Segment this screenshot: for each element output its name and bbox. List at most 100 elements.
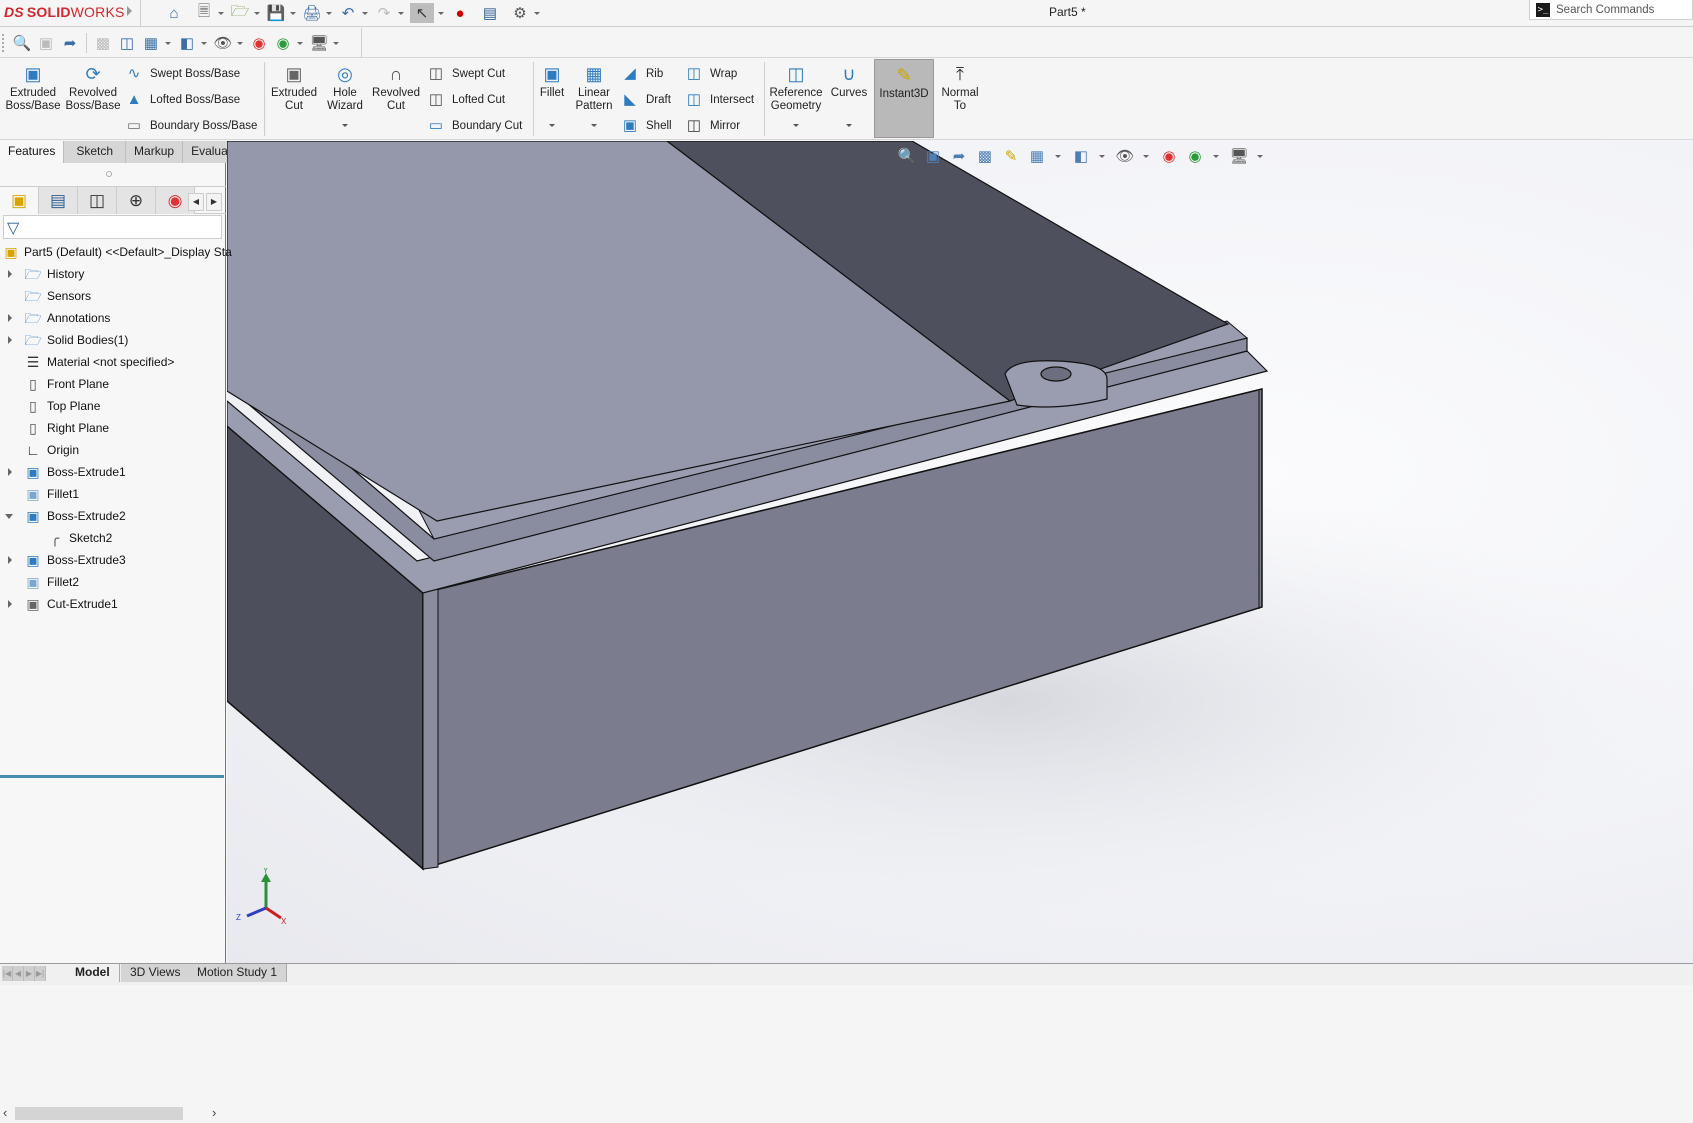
tree-item[interactable]: 🗁 Solid Bodies(1) bbox=[0, 329, 224, 351]
wrap-button[interactable]: ◫ Wrap bbox=[684, 63, 737, 85]
swept-cut-button[interactable]: ◫ Swept Cut bbox=[426, 63, 505, 85]
tree-item[interactable]: ▣ Cut-Extrude1 bbox=[0, 593, 224, 615]
configurationmanager-tab[interactable]: ◫ bbox=[78, 187, 117, 214]
feature-tree-filter[interactable]: ▽ bbox=[3, 215, 222, 239]
hide-show-dropdown[interactable] bbox=[1143, 154, 1149, 158]
print-icon[interactable]: 🖨 bbox=[302, 3, 322, 23]
dynamic-annotation-view-icon[interactable]: ◫ bbox=[117, 33, 137, 53]
dynamic-annotation-view-icon[interactable]: ✎ bbox=[999, 146, 1023, 166]
view-orientation-icon[interactable]: ▦ bbox=[1025, 146, 1049, 166]
lofted-boss-button[interactable]: ▲ Lofted Boss/Base bbox=[124, 89, 241, 111]
view-orientation-dropdown[interactable] bbox=[165, 41, 171, 45]
tree-item[interactable]: ▣ Boss-Extrude1 bbox=[0, 461, 224, 483]
expand-arrow-icon[interactable] bbox=[8, 600, 12, 608]
scroll-right-icon[interactable]: › bbox=[212, 1105, 216, 1120]
file-properties-icon[interactable]: ▤ bbox=[480, 3, 500, 23]
tree-root-part[interactable]: ▣ Part5 (Default) <<Default>_Display Sta bbox=[0, 241, 231, 263]
hide-show-items-icon[interactable]: 👁 bbox=[213, 33, 233, 53]
prev-tab-icon[interactable]: ◀ bbox=[13, 966, 24, 981]
tree-item[interactable]: ╭ Sketch2 bbox=[0, 527, 224, 549]
apply-scene-icon[interactable]: ◉ bbox=[1183, 146, 1207, 166]
tree-item[interactable]: 🗁 History bbox=[0, 263, 224, 285]
propertymanager-tab[interactable]: ▤ bbox=[39, 187, 78, 214]
last-tab-icon[interactable]: ▶| bbox=[35, 966, 46, 981]
tree-item[interactable]: ▣ Fillet1 bbox=[0, 483, 224, 505]
hole-wizard-button[interactable]: ◎ Hole Wizard bbox=[320, 63, 370, 113]
tab-3d-views[interactable]: 3D Views bbox=[121, 964, 191, 982]
boundary-boss-button[interactable]: ▭ Boundary Boss/Base bbox=[124, 115, 258, 137]
mirror-button[interactable]: ◫ Mirror bbox=[684, 115, 740, 137]
expand-arrow-icon[interactable] bbox=[8, 556, 12, 564]
panel-grip[interactable] bbox=[106, 171, 112, 177]
view-orientation-dropdown[interactable] bbox=[1055, 154, 1061, 158]
boundary-cut-button[interactable]: ▭ Boundary Cut bbox=[426, 115, 522, 137]
scroll-left-icon[interactable]: ‹ bbox=[3, 1105, 7, 1120]
extruded-boss-button[interactable]: ▣ Extruded Boss/Base bbox=[4, 63, 62, 113]
hide-show-items-icon[interactable]: 👁 bbox=[1113, 146, 1137, 166]
hole-wizard-dropdown[interactable] bbox=[342, 124, 348, 127]
search-commands-input[interactable]: >_ Search Commands bbox=[1529, 0, 1693, 20]
tree-item[interactable]: 🗁 Annotations bbox=[0, 307, 224, 329]
open-dropdown[interactable] bbox=[254, 11, 260, 15]
revolved-boss-button[interactable]: ⟳ Revolved Boss/Base bbox=[64, 63, 122, 113]
display-style-icon[interactable]: ◧ bbox=[1069, 146, 1093, 166]
previous-view-icon[interactable]: ➦ bbox=[60, 33, 80, 53]
scroll-thumb[interactable] bbox=[15, 1107, 183, 1120]
view-settings-icon[interactable]: 🖥 bbox=[1227, 146, 1251, 166]
extruded-cut-button[interactable]: ▣ Extruded Cut bbox=[268, 63, 320, 113]
save-icon[interactable]: 💾 bbox=[266, 3, 286, 23]
intersect-button[interactable]: ◫ Intersect bbox=[684, 89, 754, 111]
tree-item[interactable]: ∟ Origin bbox=[0, 439, 224, 461]
zoom-to-fit-icon[interactable]: 🔍 bbox=[895, 146, 919, 166]
tree-item[interactable]: ▣ Boss-Extrude2 bbox=[0, 505, 224, 527]
solidworks-logo[interactable]: DS SOLIDWORKS bbox=[4, 4, 125, 20]
display-style-dropdown[interactable] bbox=[1099, 154, 1105, 158]
tab-model[interactable]: Model bbox=[66, 964, 120, 982]
expand-arrow-icon[interactable] bbox=[8, 270, 12, 278]
fillet-button[interactable]: ▣ Fillet bbox=[536, 63, 568, 100]
section-view-icon[interactable]: ▩ bbox=[93, 33, 113, 53]
rollback-bar[interactable] bbox=[0, 775, 224, 778]
tree-item[interactable]: 🗁 Sensors bbox=[0, 285, 224, 307]
curves-dropdown[interactable] bbox=[846, 124, 852, 127]
tree-item[interactable]: ▯ Top Plane bbox=[0, 395, 224, 417]
toolbar-grip[interactable] bbox=[2, 34, 4, 52]
normal-to-button[interactable]: ⤒ Normal To bbox=[936, 63, 984, 113]
shell-button[interactable]: ▣ Shell bbox=[620, 115, 672, 137]
home-icon[interactable]: ⌂ bbox=[164, 3, 184, 23]
redo-icon[interactable]: ↷ bbox=[374, 3, 394, 23]
graphics-area[interactable]: 🔍 ▣ ➦ ▩ ✎ ▦ ◧ 👁 ◉ ◉ 🖥 bbox=[227, 141, 1693, 963]
collapse-arrow-icon[interactable] bbox=[5, 514, 13, 519]
expand-arrow-icon[interactable] bbox=[8, 314, 12, 322]
rebuild-icon[interactable]: ● bbox=[450, 3, 470, 23]
new-document-icon[interactable]: 🗏 bbox=[194, 3, 214, 23]
reference-geometry-button[interactable]: ◫ Reference Geometry bbox=[768, 63, 824, 113]
swept-boss-button[interactable]: ∿ Swept Boss/Base bbox=[124, 63, 240, 85]
tree-item[interactable]: ▯ Front Plane bbox=[0, 373, 224, 395]
display-style-icon[interactable]: ◧ bbox=[177, 33, 197, 53]
open-icon[interactable]: 🗁 bbox=[230, 3, 250, 23]
view-settings-icon[interactable]: 🖥 bbox=[309, 33, 329, 53]
tab-scroll-left[interactable]: ◀ bbox=[188, 193, 204, 211]
section-view-icon[interactable]: ▩ bbox=[973, 146, 997, 166]
tab-markup[interactable]: Markup bbox=[126, 141, 184, 163]
previous-view-icon[interactable]: ➦ bbox=[947, 146, 971, 166]
print-dropdown[interactable] bbox=[326, 11, 332, 15]
menu-expand-arrow-icon[interactable] bbox=[127, 6, 132, 16]
zoom-to-fit-icon[interactable]: 🔍 bbox=[12, 33, 32, 53]
draft-button[interactable]: ◣ Draft bbox=[620, 89, 671, 111]
instant3d-button[interactable]: ✎ Instant3D bbox=[874, 59, 934, 138]
scene-dropdown[interactable] bbox=[1213, 154, 1219, 158]
curves-button[interactable]: ∪ Curves bbox=[826, 63, 872, 100]
tab-scroll-right[interactable]: ▶ bbox=[206, 193, 222, 211]
edit-appearance-icon[interactable]: ◉ bbox=[1157, 146, 1181, 166]
tree-item[interactable]: ☰ Material <not specified> bbox=[0, 351, 224, 373]
undo-dropdown[interactable] bbox=[362, 11, 368, 15]
linear-pattern-dropdown[interactable] bbox=[591, 124, 597, 127]
view-settings-dropdown[interactable] bbox=[333, 41, 339, 45]
rib-button[interactable]: ◢ Rib bbox=[620, 63, 663, 85]
horizontal-scrollbar[interactable]: ‹ › bbox=[0, 1103, 226, 1123]
tab-sketch[interactable]: Sketch bbox=[64, 141, 127, 163]
tab-features[interactable]: Features bbox=[0, 141, 65, 163]
save-dropdown[interactable] bbox=[290, 11, 296, 15]
